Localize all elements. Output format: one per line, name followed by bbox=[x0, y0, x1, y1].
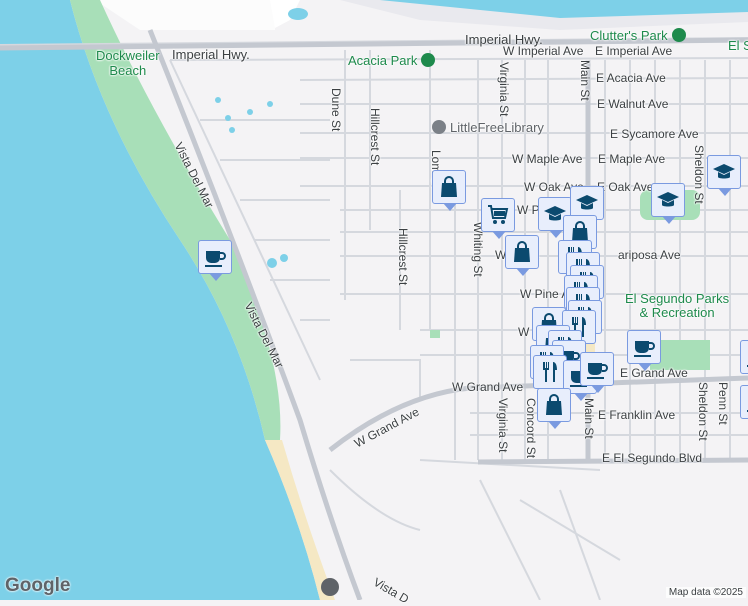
poi-label: LittleFreeLibrary bbox=[450, 120, 544, 135]
label-e-el-segundo-blvd: E El Segundo Blvd bbox=[602, 451, 703, 465]
label-w-imperial-ave: W Imperial Ave bbox=[503, 44, 584, 58]
label-w-grand-ave: W Grand Ave bbox=[452, 380, 524, 394]
label-virginia-st: Virginia St bbox=[497, 62, 511, 117]
label-e-acacia-ave: E Acacia Ave bbox=[596, 71, 666, 85]
poi-el-segundo-parks[interactable]: El Segundo Parks & Recreation bbox=[625, 292, 729, 320]
label-e-oak-ave: E Oak Ave bbox=[597, 180, 654, 194]
bag-marker[interactable] bbox=[432, 170, 466, 211]
poi-label: Acacia Park bbox=[348, 53, 418, 68]
park-icon bbox=[671, 28, 686, 42]
shopping-bag-icon bbox=[514, 241, 530, 262]
cap-marker[interactable] bbox=[651, 183, 685, 224]
poi-little-free-library[interactable]: LittleFreeLibrary bbox=[432, 120, 544, 135]
cap-marker[interactable] bbox=[707, 155, 741, 196]
cup-marker[interactable] bbox=[198, 240, 232, 281]
label-w-p: W P bbox=[517, 203, 540, 217]
label-el-segundo: El S bbox=[728, 38, 748, 53]
restaurant-icon bbox=[543, 362, 557, 382]
park-icon bbox=[421, 53, 436, 67]
book-icon bbox=[432, 120, 446, 134]
label-penn-st: Penn St bbox=[716, 382, 730, 425]
label-w-pine-ave: W Pine A bbox=[520, 287, 570, 301]
label-e-imperial-ave: E Imperial Ave bbox=[595, 44, 673, 58]
label-w: W bbox=[518, 325, 530, 339]
graduation-cap-icon bbox=[713, 164, 735, 179]
shopping-bag-icon bbox=[441, 176, 457, 197]
label-dockweiler-beach: Dockweiler Beach bbox=[96, 48, 160, 78]
label-dune-st: Dune St bbox=[329, 88, 343, 132]
label-e-mariposa-ave: ariposa Ave bbox=[618, 248, 681, 262]
map-attribution[interactable]: Map data ©2025 bbox=[665, 587, 746, 598]
graduation-cap-icon bbox=[657, 192, 679, 207]
label-e-sycamore-ave: E Sycamore Ave bbox=[610, 127, 699, 141]
label-concord-st: Concord St bbox=[524, 398, 538, 459]
cup-marker[interactable] bbox=[740, 385, 748, 419]
food-marker[interactable] bbox=[533, 355, 567, 396]
label-hillcrest-st: Hillcrest St bbox=[368, 108, 382, 166]
label-e-grand-ave: E Grand Ave bbox=[620, 366, 688, 380]
poi-label: Clutter's Park bbox=[590, 28, 668, 43]
label-hillcrest-st-2: Hillcrest St bbox=[396, 228, 410, 286]
coffee-cup-icon bbox=[634, 341, 655, 357]
label-sheldon-st: Sheldon St bbox=[692, 145, 706, 204]
label-main-st-2: Main St bbox=[582, 398, 596, 439]
label-virginia-st-2: Virginia St bbox=[496, 398, 510, 453]
label-imperial-hwy: Imperial Hwy. bbox=[172, 47, 250, 62]
bag-marker[interactable] bbox=[537, 388, 571, 429]
shopping-cart-icon bbox=[488, 205, 509, 224]
cup-marker[interactable] bbox=[740, 340, 748, 374]
graduation-cap-icon bbox=[576, 195, 598, 210]
label-e-walnut-ave: E Walnut Ave bbox=[597, 97, 669, 111]
coffee-cup-icon bbox=[587, 363, 608, 379]
label-sheldon-st-2: Sheldon St bbox=[696, 382, 710, 441]
shopping-bag-icon bbox=[546, 394, 562, 415]
school-poi-icon[interactable] bbox=[321, 578, 339, 596]
cup-marker[interactable] bbox=[627, 330, 661, 371]
google-logo: Google bbox=[5, 575, 71, 596]
bag-marker[interactable] bbox=[505, 235, 539, 276]
cup-marker[interactable] bbox=[580, 352, 614, 393]
label-e-maple-ave: E Maple Ave bbox=[598, 152, 666, 166]
coffee-cup-icon bbox=[205, 251, 226, 267]
label-e-franklin-ave: E Franklin Ave bbox=[598, 408, 676, 422]
label-w-maple-ave: W Maple Ave bbox=[512, 152, 583, 166]
label-main-st: Main St bbox=[578, 60, 592, 101]
poi-clutters-park[interactable]: Clutter's Park bbox=[590, 28, 686, 43]
cart-marker[interactable] bbox=[481, 198, 515, 239]
poi-acacia-park[interactable]: Acacia Park bbox=[348, 53, 436, 68]
